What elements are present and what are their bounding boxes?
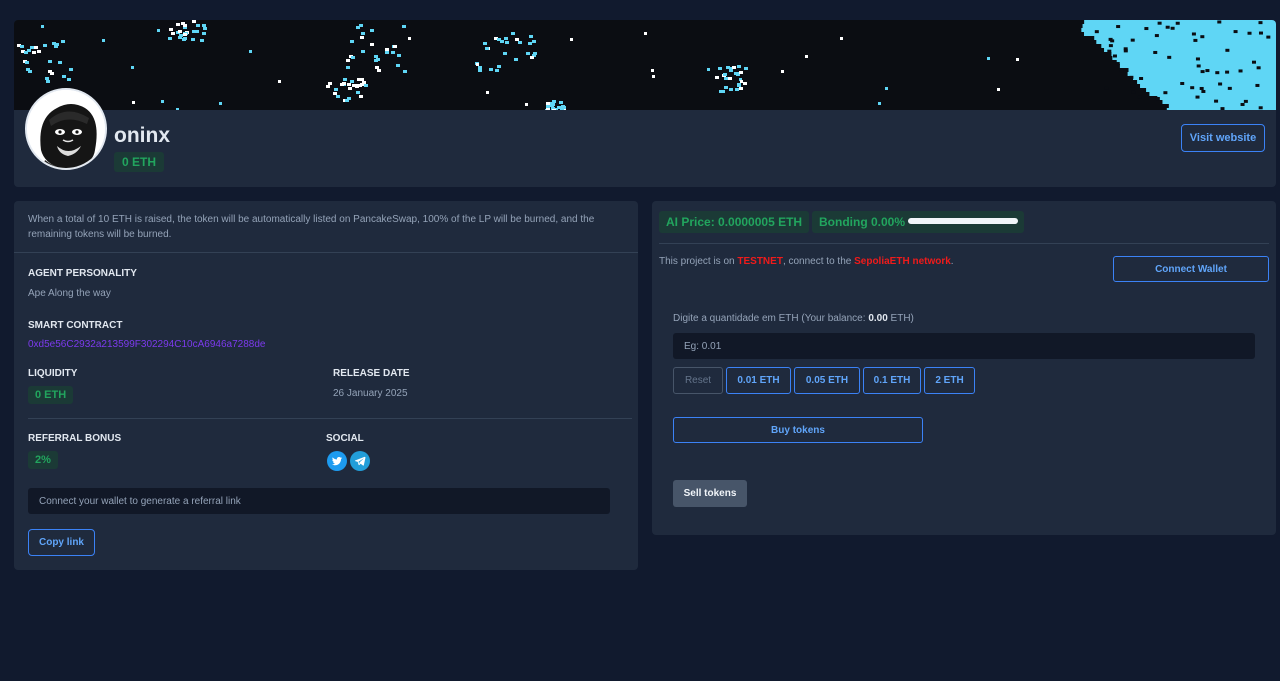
amount-prefix: Digite a quantidade em ETH (Your balance…	[673, 313, 869, 324]
referral-bonus-label: REFERRAL BONUS	[28, 433, 122, 444]
notice-prefix: This project is on	[659, 256, 738, 267]
notice-suffix: .	[950, 256, 954, 267]
release-date-label: RELEASE DATE	[333, 368, 410, 379]
preset-0-05-eth-button[interactable]: 0.05 ETH	[794, 367, 860, 394]
connect-wallet-button[interactable]: Connect Wallet	[1113, 256, 1269, 282]
wallet-balance: 0.00	[868, 313, 888, 324]
divider	[28, 418, 632, 419]
notice-middle: , connect to the	[782, 256, 855, 267]
bonding-value: 0.00%	[871, 215, 906, 229]
ai-price-value: 0.0000005 ETH	[718, 215, 803, 229]
bonding-progress-bar	[908, 218, 1018, 224]
trade-card: AI Price: 0.0000005 ETH Bonding 0.00% Th…	[652, 201, 1276, 535]
amount-label: Digite a quantidade em ETH (Your balance…	[673, 313, 914, 324]
referral-link-field[interactable]: Connect your wallet to generate a referr…	[28, 488, 610, 514]
divider	[659, 243, 1269, 244]
liquidity-badge: 0 ETH	[28, 386, 74, 404]
network-label: SepoliaETH network	[854, 256, 951, 267]
profile-card: oninx 0 ETH Visit website	[14, 20, 1276, 187]
preset-2-eth-button[interactable]: 2 ETH	[924, 367, 975, 394]
token-details-card: When a total of 10 ETH is raised, the to…	[14, 201, 638, 570]
testnet-notice: This project is on TESTNET, connect to t…	[659, 256, 954, 267]
ai-price-badge: AI Price: 0.0000005 ETH	[659, 211, 810, 233]
bonding-label: Bonding	[819, 215, 868, 229]
liquidity-label: LIQUIDITY	[28, 368, 78, 379]
avatar	[25, 88, 107, 170]
preset-0-01-eth-button[interactable]: 0.01 ETH	[726, 367, 791, 394]
divider	[14, 252, 638, 253]
agent-personality-value: Ape Along the way	[28, 288, 111, 299]
telegram-icon[interactable]	[350, 451, 370, 471]
listing-info-text: When a total of 10 ETH is raised, the to…	[28, 214, 595, 240]
twitter-icon[interactable]	[327, 451, 347, 471]
buy-tokens-button[interactable]: Buy tokens	[673, 417, 923, 443]
release-date-value: 26 January 2025	[333, 388, 408, 399]
copy-link-button[interactable]: Copy link	[28, 529, 95, 556]
banner-image	[14, 20, 1276, 110]
visit-website-button[interactable]: Visit website	[1181, 124, 1265, 152]
referral-bonus-badge: 2%	[28, 451, 58, 469]
ai-price-label: AI Price:	[666, 215, 715, 229]
smart-contract-label: SMART CONTRACT	[28, 320, 123, 331]
amount-input[interactable]: Eg: 0.01	[673, 333, 1255, 359]
sell-tokens-button[interactable]: Sell tokens	[673, 480, 747, 507]
balance-badge: 0 ETH	[114, 152, 165, 172]
agent-personality-label: AGENT PERSONALITY	[28, 268, 137, 279]
amount-suffix: ETH)	[887, 313, 914, 324]
social-label: SOCIAL	[326, 433, 364, 444]
token-name: oninx	[114, 124, 170, 147]
reset-button[interactable]: Reset	[673, 367, 723, 394]
preset-0-1-eth-button[interactable]: 0.1 ETH	[863, 367, 921, 394]
testnet-label: TESTNET	[737, 256, 783, 267]
smart-contract-link[interactable]: 0xd5e56C2932a213599F302294C10cA6946a7288…	[28, 339, 265, 350]
